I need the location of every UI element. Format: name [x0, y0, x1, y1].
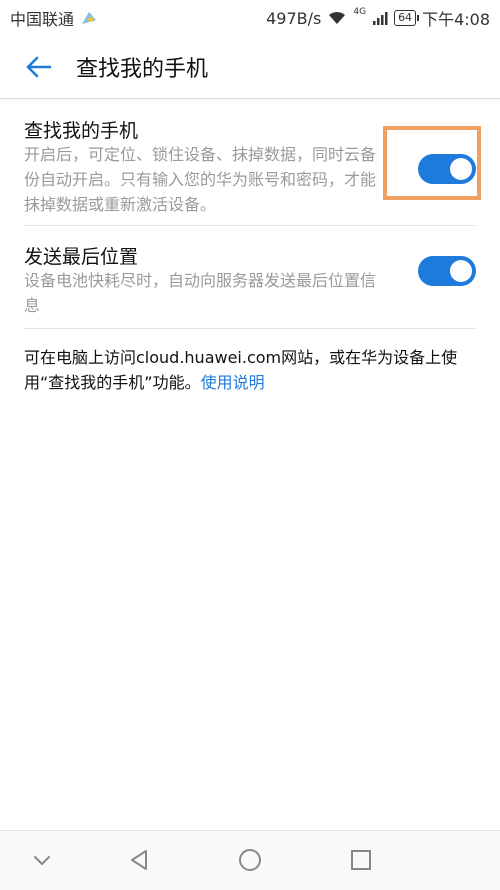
status-bar: 中国联通 497B/s 4G 64 下午4:08 — [0, 0, 500, 36]
network-type: 4G — [353, 7, 367, 17]
nav-back-button[interactable] — [124, 845, 154, 875]
back-arrow-icon — [26, 56, 52, 78]
toggle-knob — [450, 158, 472, 180]
status-left: 中国联通 — [10, 6, 98, 30]
network-speed: 497B/s — [266, 8, 322, 28]
square-recent-icon — [351, 850, 371, 870]
settings-content: 查找我的手机 开启后，可定位、锁住设备、抹掉数据，同时云备份自动开启。只有输入您… — [0, 99, 500, 395]
page-title: 查找我的手机 — [76, 57, 209, 82]
nav-home-button[interactable] — [235, 845, 265, 875]
clock: 下午4:08 — [422, 10, 490, 29]
setting-title: 发送最后位置 — [24, 246, 139, 268]
nav-hide-button[interactable] — [27, 845, 57, 875]
chevron-down-icon — [34, 856, 50, 865]
status-right: 497B/s 4G 64 下午4:08 — [266, 6, 490, 30]
send-last-location-toggle[interactable] — [418, 256, 476, 286]
setting-send-last-location: 发送最后位置 设备电池快耗尽时，自动向服务器发送最后位置信息 — [24, 226, 476, 329]
setting-description: 设备电池快耗尽时，自动向服务器发送最后位置信息 — [24, 271, 377, 315]
back-button[interactable] — [18, 47, 58, 87]
setting-title: 查找我的手机 — [24, 120, 139, 142]
footer-note: 可在电脑上访问cloud.huawei.com网站，或在华为设备上使用“查找我的… — [24, 345, 476, 395]
setting-description: 开启后，可定位、锁住设备、抹掉数据，同时云备份自动开启。只有输入您的华为账号和密… — [24, 145, 377, 214]
carrier-flag-icon — [82, 12, 97, 24]
battery-indicator: 64 — [394, 10, 420, 26]
signal-icon — [373, 12, 388, 25]
find-my-phone-toggle[interactable] — [418, 154, 476, 184]
triangle-back-icon — [131, 850, 147, 870]
setting-find-my-phone: 查找我的手机 开启后，可定位、锁住设备、抹掉数据，同时云备份自动开启。只有输入您… — [24, 99, 476, 226]
toggle-knob — [450, 260, 472, 282]
usage-instructions-link[interactable]: 使用说明 — [201, 373, 265, 392]
circle-home-icon — [239, 849, 261, 871]
wifi-icon — [329, 11, 346, 24]
nav-recent-button[interactable] — [346, 845, 376, 875]
carrier-label: 中国联通 — [10, 10, 75, 29]
navigation-bar — [0, 830, 500, 890]
app-header: 查找我的手机 — [0, 36, 500, 99]
